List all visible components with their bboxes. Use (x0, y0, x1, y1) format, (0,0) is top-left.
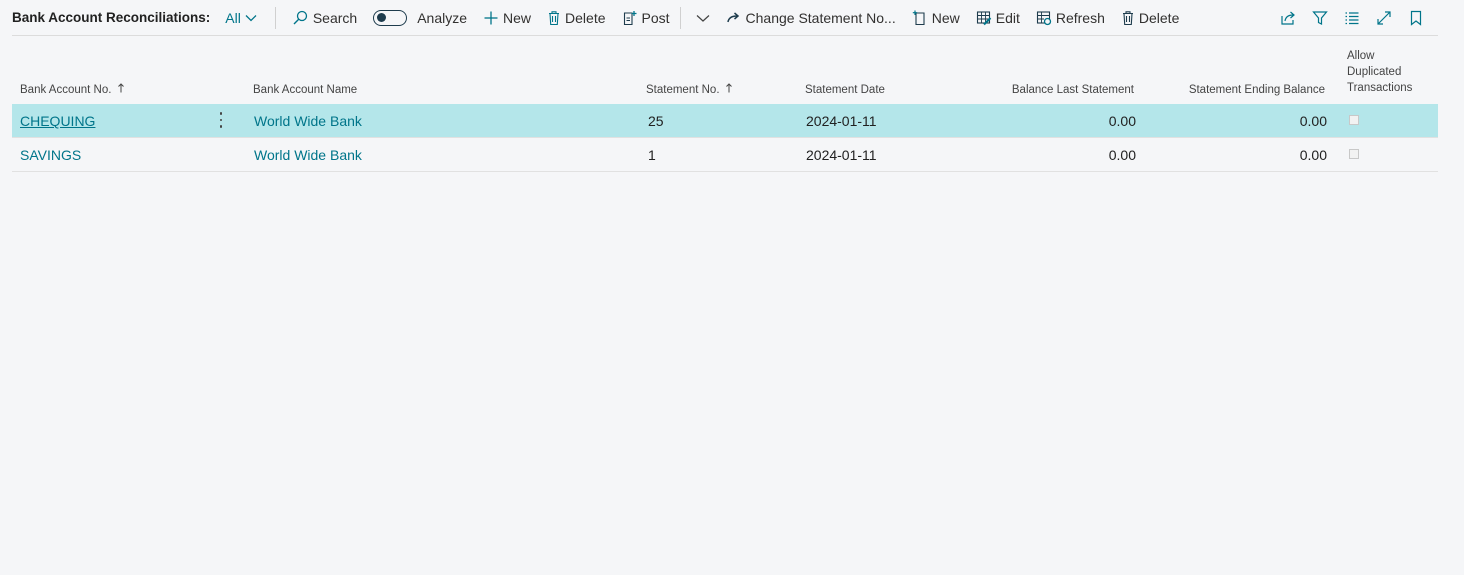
delete-line-label: Delete (1138, 9, 1180, 26)
expand-icon[interactable] (1368, 4, 1400, 32)
column-header-statement-no[interactable]: Statement No. (646, 83, 733, 96)
bank-account-name-link[interactable]: World Wide Bank (254, 113, 362, 129)
table-row[interactable]: CHEQUING World Wide Bank 25 2024-01-11 0… (12, 104, 1438, 138)
post-button[interactable]: Post (614, 4, 678, 32)
bookmark-icon[interactable] (1400, 4, 1432, 32)
statement-ending-balance-cell: 0.00 (1299, 113, 1327, 129)
post-document-icon (622, 10, 638, 26)
post-label: Post (641, 9, 670, 26)
change-statement-label: Change Statement No... (745, 9, 896, 26)
bank-account-name-link[interactable]: World Wide Bank (254, 147, 362, 163)
share-icon[interactable] (1272, 4, 1304, 32)
row-actions-menu-icon[interactable] (214, 110, 228, 130)
column-header-label: Bank Account No. (20, 84, 112, 96)
edit-button[interactable]: Edit (968, 4, 1028, 32)
edit-grid-icon (976, 10, 992, 26)
trash-icon (1121, 10, 1135, 26)
column-header-label: Allow (1347, 50, 1375, 62)
column-header-statement-date[interactable]: Statement Date (805, 84, 885, 96)
table-row[interactable]: SAVINGS World Wide Bank 1 2024-01-11 0.0… (12, 138, 1438, 172)
new-line-label: New (931, 9, 960, 26)
refresh-label: Refresh (1055, 9, 1105, 26)
search-icon (291, 10, 309, 26)
bank-account-no-link[interactable]: SAVINGS (20, 147, 81, 163)
column-header-balance-last-statement[interactable]: Balance Last Statement (972, 84, 1134, 96)
change-statement-no-button[interactable]: Change Statement No... (718, 4, 904, 32)
allow-duplicated-checkbox[interactable] (1349, 115, 1359, 125)
new-line-button[interactable]: New (904, 4, 968, 32)
column-header-statement-ending-balance[interactable]: Statement Ending Balance (1162, 84, 1325, 96)
refresh-button[interactable]: Refresh (1028, 4, 1113, 32)
plus-icon (483, 10, 499, 26)
toggle-switch-icon[interactable] (373, 9, 408, 26)
statement-date-cell: 2024-01-11 (806, 147, 877, 163)
statement-no-cell: 1 (648, 147, 656, 163)
delete-button[interactable]: Delete (539, 4, 613, 32)
sort-ascending-icon (117, 83, 124, 93)
column-header-bank-account-name[interactable]: Bank Account Name (253, 84, 357, 96)
delete-label: Delete (565, 9, 606, 26)
view-filter-label: All (225, 9, 241, 26)
more-actions-button[interactable] (688, 4, 718, 32)
column-header-bank-account-no[interactable]: Bank Account No. (20, 83, 125, 96)
page-title: Bank Account Reconciliations: (12, 10, 211, 25)
table-header: Bank Account No. Bank Account Name State… (12, 50, 1438, 104)
chevron-down-icon (245, 14, 257, 21)
edit-label: Edit (995, 9, 1020, 26)
refresh-grid-icon (1036, 10, 1052, 26)
statement-no-cell: 25 (648, 113, 664, 129)
filter-icon[interactable] (1304, 4, 1336, 32)
view-filter-dropdown[interactable]: All (225, 10, 257, 26)
allow-duplicated-checkbox[interactable] (1349, 149, 1359, 159)
page-actions (1272, 0, 1432, 35)
analyze-toggle[interactable]: Analyze (365, 4, 475, 32)
sort-ascending-icon (725, 83, 732, 93)
toolbar-separator (274, 6, 276, 29)
new-button[interactable]: New (475, 4, 539, 32)
search-button[interactable]: Search (283, 4, 365, 32)
analyze-label: Analyze (417, 9, 468, 26)
column-header-label: Transactions (1347, 82, 1413, 94)
column-header-label: Statement No. (646, 84, 720, 96)
column-header-label: Duplicated (1347, 66, 1402, 78)
reconciliations-table: Bank Account No. Bank Account Name State… (12, 50, 1438, 172)
column-header-allow-duplicated-transactions[interactable]: Allow Duplicated Transactions (1347, 48, 1412, 96)
delete-line-button[interactable]: Delete (1113, 4, 1187, 32)
new-document-icon (912, 10, 928, 26)
toolbar-separator (679, 6, 681, 29)
balance-last-statement-cell: 0.00 (1108, 147, 1136, 163)
list-view-icon[interactable] (1336, 4, 1368, 32)
statement-date-cell: 2024-01-11 (806, 113, 877, 129)
new-label: New (503, 9, 532, 26)
arrow-right-icon (726, 11, 742, 25)
chevron-down-icon (696, 14, 709, 22)
search-label: Search (312, 9, 358, 26)
statement-ending-balance-cell: 0.00 (1299, 147, 1327, 163)
action-bar: Bank Account Reconciliations: All Search… (12, 0, 1438, 36)
trash-icon (547, 10, 561, 26)
balance-last-statement-cell: 0.00 (1108, 113, 1136, 129)
bank-account-no-link[interactable]: CHEQUING (20, 113, 95, 129)
